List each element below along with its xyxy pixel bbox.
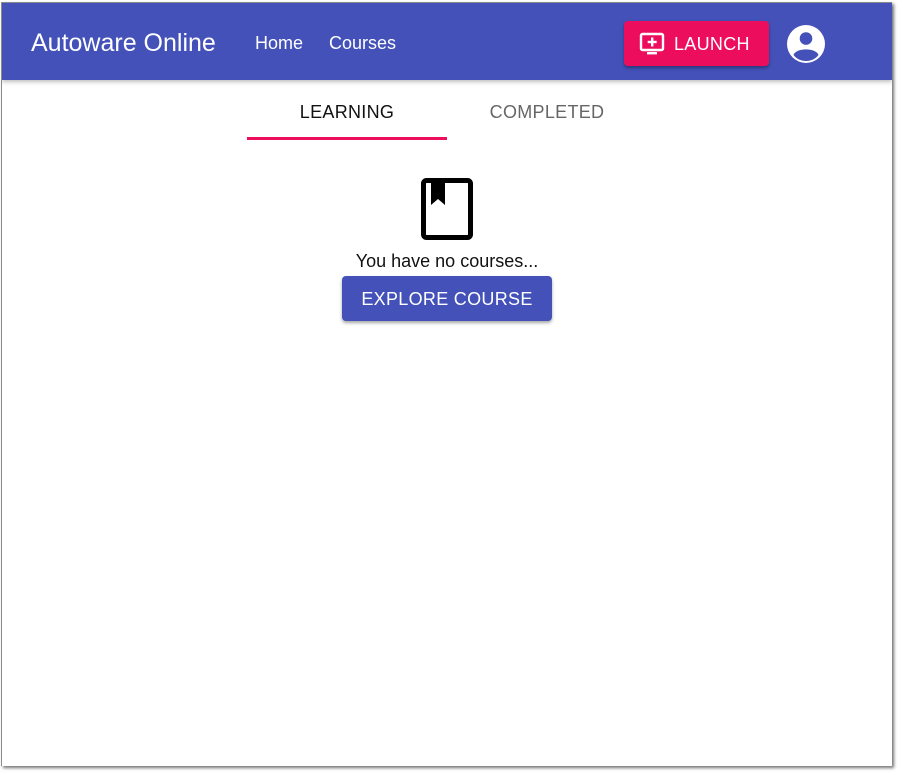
add-to-queue-icon xyxy=(639,32,665,55)
explore-course-label: EXPLORE COURSE xyxy=(361,289,533,309)
book-icon xyxy=(421,178,473,240)
account-circle-icon[interactable] xyxy=(786,24,826,64)
tab-indicator xyxy=(247,137,447,140)
empty-state-message: You have no courses... xyxy=(355,251,539,271)
launch-button[interactable]: LAUNCH xyxy=(624,21,769,66)
explore-course-button[interactable]: EXPLORE COURSE xyxy=(342,276,552,321)
tab-learning[interactable]: LEARNING xyxy=(247,81,447,140)
app-bar: Autoware Online Home Courses LAUNCH xyxy=(2,3,892,80)
nav-courses-link[interactable]: Courses xyxy=(329,32,396,54)
tab-completed[interactable]: COMPLETED xyxy=(447,81,647,140)
app-window: Autoware Online Home Courses LAUNCH LEAR… xyxy=(1,2,892,766)
nav-home-link[interactable]: Home xyxy=(255,32,303,54)
tab-learning-label: LEARNING xyxy=(299,102,395,122)
app-title[interactable]: Autoware Online xyxy=(31,28,216,58)
tab-completed-label: COMPLETED xyxy=(489,102,605,122)
launch-button-label: LAUNCH xyxy=(674,34,750,54)
